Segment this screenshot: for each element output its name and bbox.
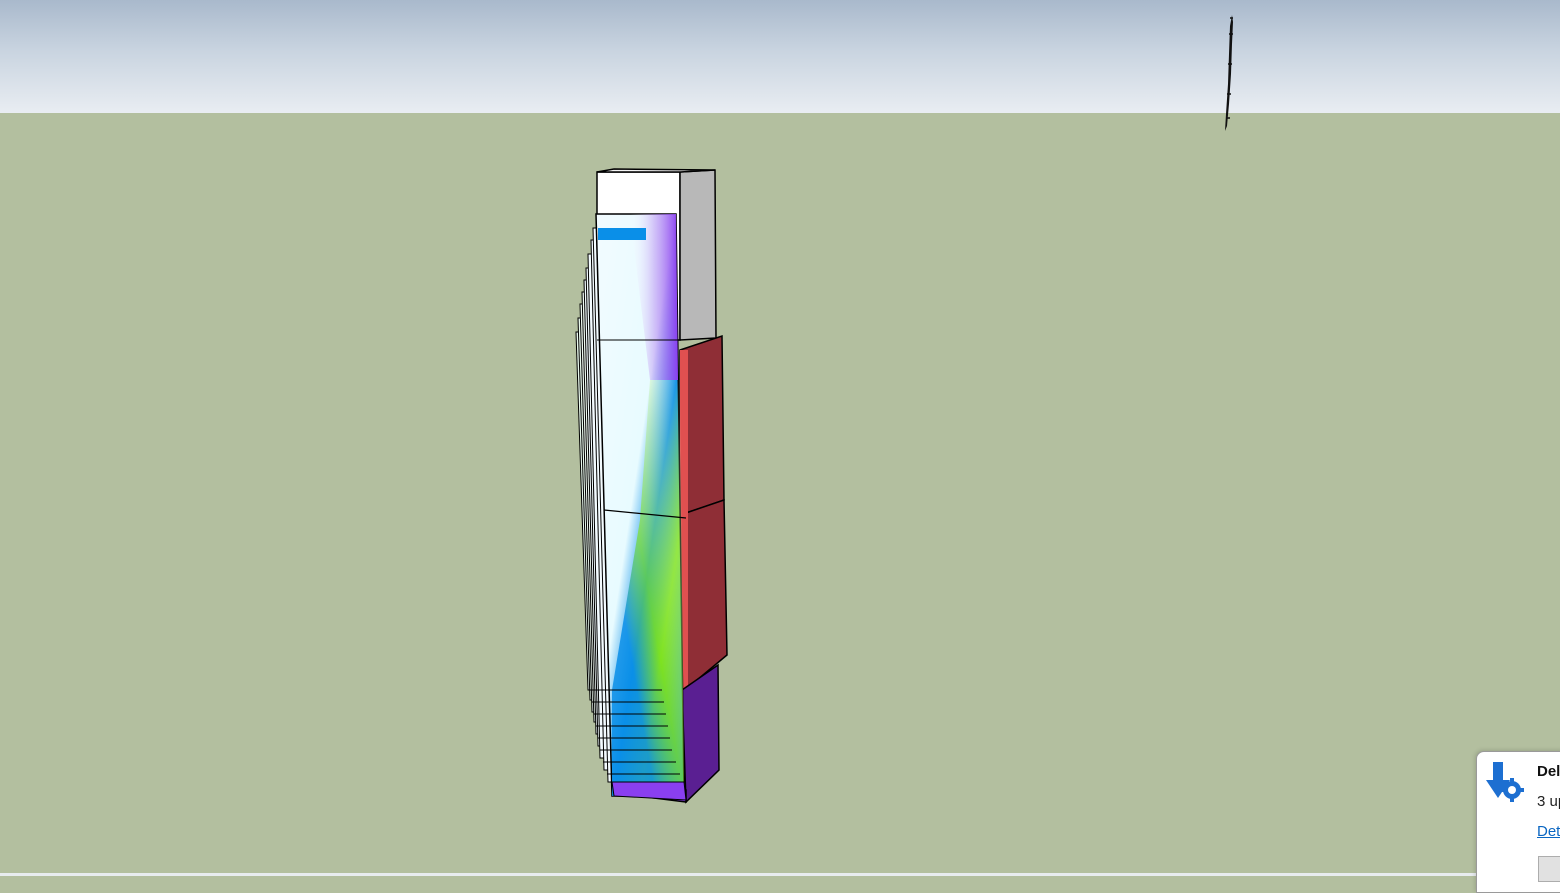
scale-figure-icon[interactable] <box>1224 14 1234 132</box>
notification-body: 3 up <box>1537 793 1560 810</box>
notification-title: Del <box>1537 763 1560 780</box>
white-block-top <box>596 168 716 173</box>
model-scene[interactable] <box>0 0 1560 876</box>
notification-button[interactable] <box>1538 856 1560 882</box>
blue-stripe-top <box>598 228 646 240</box>
purple-plate-bottom <box>611 781 687 801</box>
update-notification[interactable]: Del 3 up Det <box>1476 751 1560 893</box>
3d-viewport[interactable] <box>0 0 1560 876</box>
plate-stack[interactable] <box>575 213 687 801</box>
white-block-side <box>679 169 717 341</box>
purple-block-side <box>681 663 720 804</box>
download-gear-icon <box>1486 762 1524 802</box>
red-block[interactable] <box>679 334 728 692</box>
notification-details-link[interactable]: Det <box>1537 823 1560 840</box>
